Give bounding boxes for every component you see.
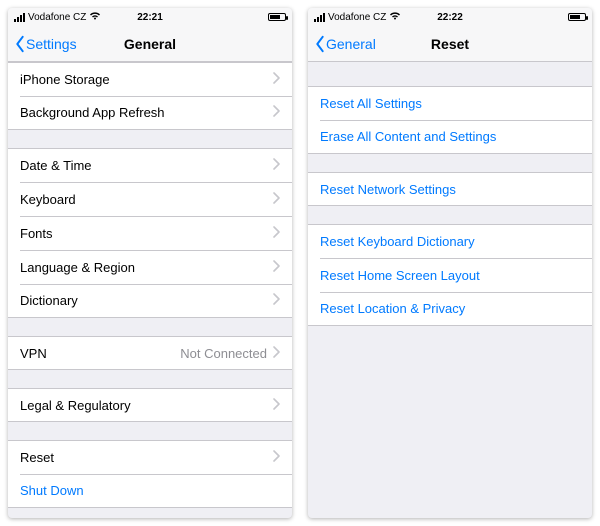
row-label: Background App Refresh	[20, 105, 165, 120]
row-date-time[interactable]: Date & Time	[8, 148, 292, 182]
row-label: Reset Keyboard Dictionary	[320, 234, 475, 249]
chevron-right-icon	[273, 260, 280, 275]
chevron-right-icon	[273, 226, 280, 241]
row-label: Reset Network Settings	[320, 182, 456, 197]
row-label: Dictionary	[20, 293, 78, 308]
row-background-app-refresh[interactable]: Background App Refresh	[8, 96, 292, 130]
row-label: Reset Home Screen Layout	[320, 268, 480, 283]
nav-bar: General Reset	[308, 26, 592, 62]
row-label: Reset	[20, 450, 54, 465]
clock: 22:21	[8, 12, 292, 23]
row-reset-location-privacy[interactable]: Reset Location & Privacy	[308, 292, 592, 326]
row-fonts[interactable]: Fonts	[8, 216, 292, 250]
back-label: General	[326, 36, 376, 52]
back-button[interactable]: General	[314, 35, 376, 53]
row-legal-regulatory[interactable]: Legal & Regulatory	[8, 388, 292, 422]
row-label: Date & Time	[20, 158, 92, 173]
status-bar: Vodafone CZ 22:21	[8, 8, 292, 26]
nav-bar: Settings General	[8, 26, 292, 62]
chevron-right-icon	[273, 450, 280, 465]
row-label: Reset All Settings	[320, 96, 422, 111]
row-reset-keyboard-dictionary[interactable]: Reset Keyboard Dictionary	[308, 224, 592, 258]
row-label: iPhone Storage	[20, 72, 110, 87]
chevron-right-icon	[273, 105, 280, 120]
row-dictionary[interactable]: Dictionary	[8, 284, 292, 318]
row-label: Keyboard	[20, 192, 76, 207]
battery-icon	[268, 13, 286, 21]
row-label: Language & Region	[20, 260, 135, 275]
chevron-right-icon	[273, 192, 280, 207]
row-label: Fonts	[20, 226, 53, 241]
content-general: iPhone Storage Background App Refresh Da…	[8, 62, 292, 518]
row-label: Shut Down	[20, 483, 84, 498]
chevron-right-icon	[273, 158, 280, 173]
phone-reset: Vodafone CZ 22:22 General Reset Reset Al…	[308, 8, 592, 518]
row-keyboard[interactable]: Keyboard	[8, 182, 292, 216]
row-label: Erase All Content and Settings	[320, 129, 496, 144]
row-reset-all-settings[interactable]: Reset All Settings	[308, 86, 592, 120]
chevron-right-icon	[273, 398, 280, 413]
row-iphone-storage[interactable]: iPhone Storage	[8, 62, 292, 96]
row-label: VPN	[20, 346, 47, 361]
chevron-right-icon	[273, 293, 280, 308]
chevron-right-icon	[273, 346, 280, 361]
status-bar: Vodafone CZ 22:22	[308, 8, 592, 26]
row-language-region[interactable]: Language & Region	[8, 250, 292, 284]
row-shut-down[interactable]: Shut Down	[8, 474, 292, 508]
back-label: Settings	[26, 36, 77, 52]
row-reset-home-screen-layout[interactable]: Reset Home Screen Layout	[308, 258, 592, 292]
row-label: Reset Location & Privacy	[320, 301, 465, 316]
clock: 22:22	[308, 12, 592, 23]
phone-general: Vodafone CZ 22:21 Settings General iPhon…	[8, 8, 292, 518]
back-button[interactable]: Settings	[14, 35, 77, 53]
row-vpn[interactable]: VPN Not Connected	[8, 336, 292, 370]
chevron-right-icon	[273, 72, 280, 87]
row-erase-all-content[interactable]: Erase All Content and Settings	[308, 120, 592, 154]
content-reset: Reset All Settings Erase All Content and…	[308, 62, 592, 518]
row-label: Legal & Regulatory	[20, 398, 131, 413]
row-reset[interactable]: Reset	[8, 440, 292, 474]
row-detail: Not Connected	[180, 346, 267, 361]
battery-icon	[568, 13, 586, 21]
row-reset-network-settings[interactable]: Reset Network Settings	[308, 172, 592, 206]
